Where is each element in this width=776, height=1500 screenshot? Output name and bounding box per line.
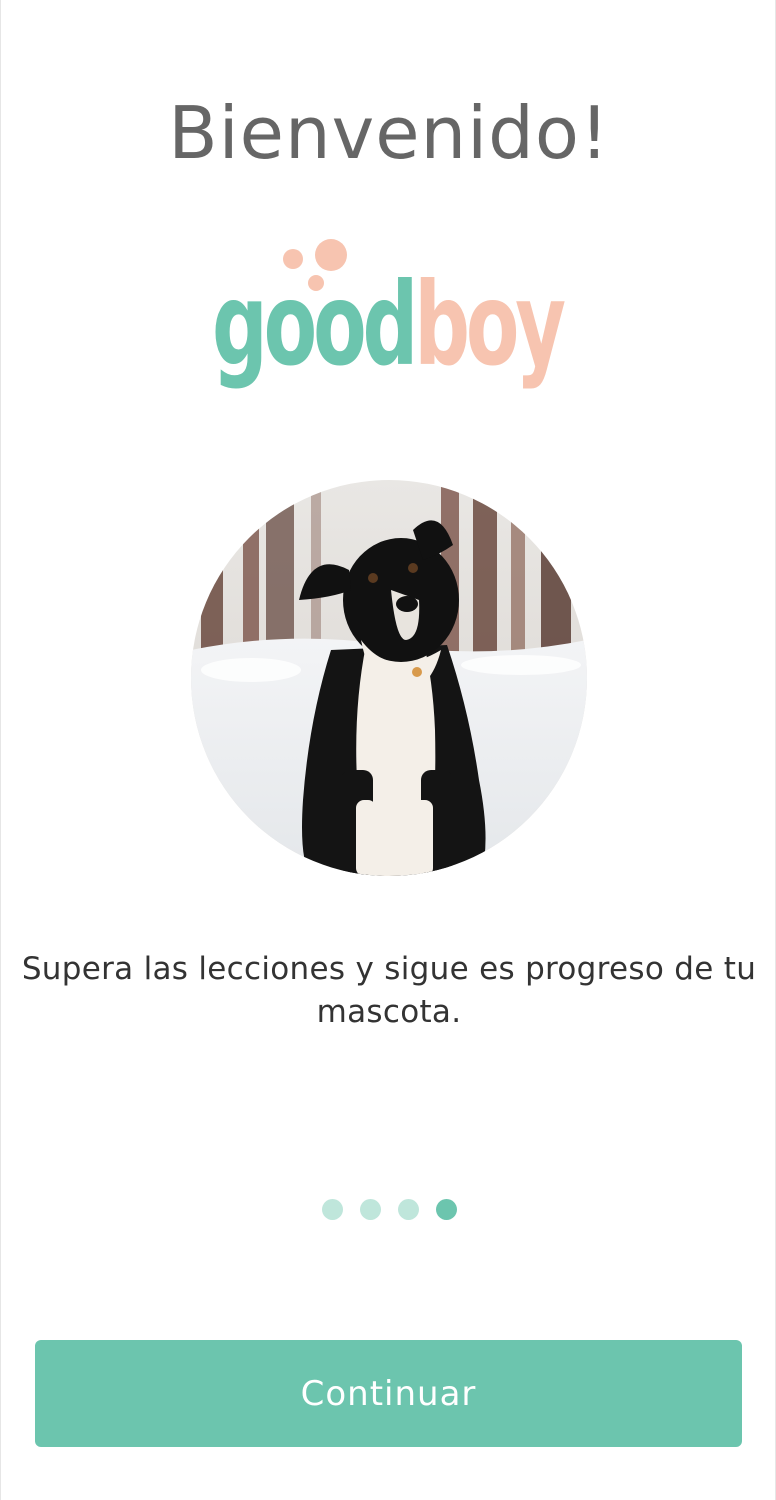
dog-photo	[191, 480, 587, 876]
logo-text-good: good	[212, 258, 414, 391]
logo-text-boy: boy	[414, 258, 565, 391]
pagination-dots	[1, 1199, 776, 1220]
pagination-dot-1[interactable]	[321, 1199, 343, 1220]
svg-text:goodboy: goodboy	[212, 258, 565, 391]
onboarding-description: Supera las lecciones y sigue es progreso…	[21, 951, 757, 1030]
continue-button[interactable]: Continuar	[35, 1340, 742, 1447]
welcome-screen: Bienvenido! goodboy	[0, 0, 776, 1500]
pagination-dot-4-active[interactable]	[435, 1199, 457, 1220]
page-title: Bienvenido!	[168, 91, 610, 175]
pagination-dot-2[interactable]	[359, 1199, 381, 1220]
goodboy-logo: goodboy	[212, 239, 571, 391]
pagination-dot-3[interactable]	[397, 1199, 419, 1220]
